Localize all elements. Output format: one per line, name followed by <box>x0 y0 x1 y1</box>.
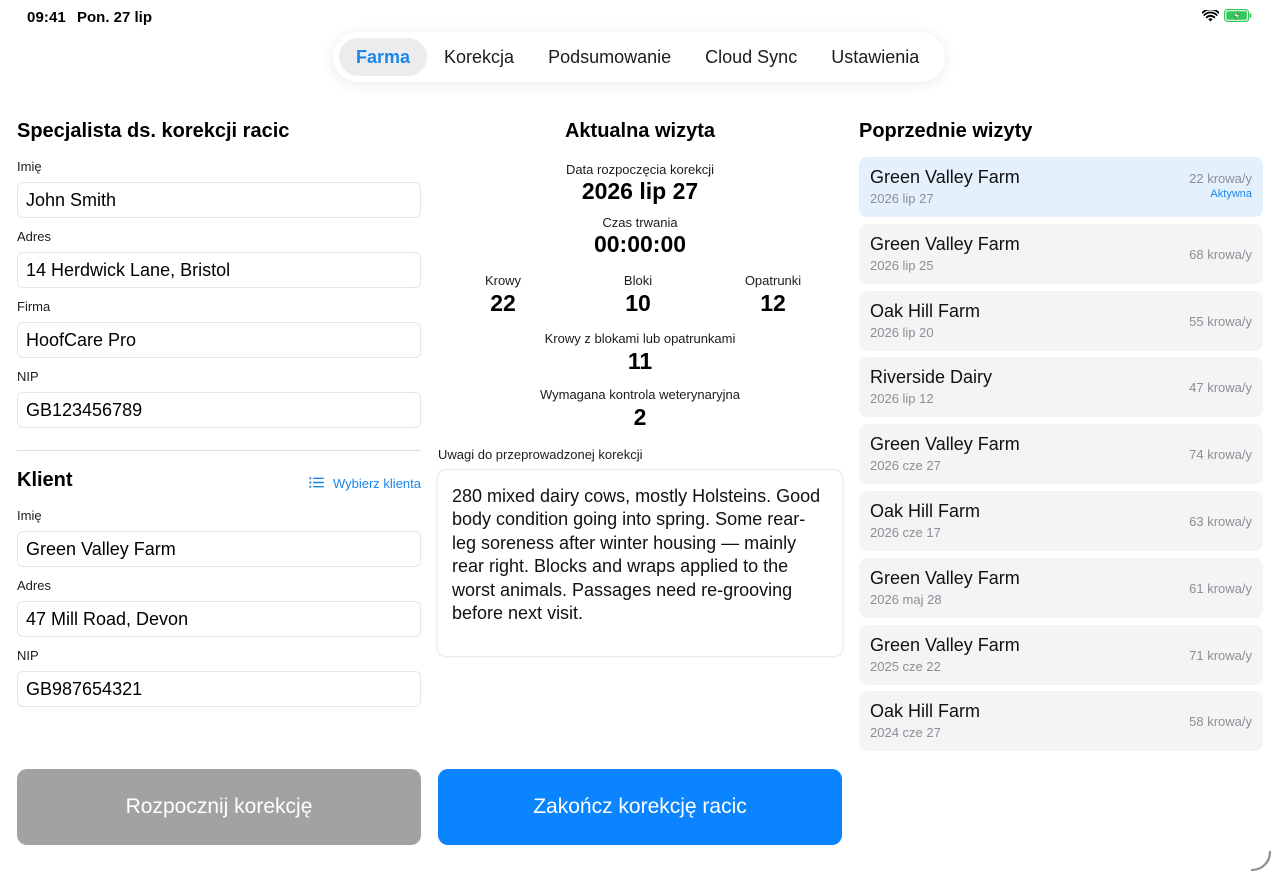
list-icon <box>309 476 324 491</box>
tab-podsumowanie[interactable]: Podsumowanie <box>531 38 688 76</box>
visit-date: 2026 maj 28 <box>870 591 942 607</box>
start-trimming-button[interactable]: Rozpocznij korekcję <box>17 769 421 845</box>
right-column: Poprzednie wizyty Green Valley Farm 2026… <box>859 115 1263 758</box>
resize-handle-icon[interactable] <box>1250 850 1272 877</box>
treated-label: Krowy z blokami lub opatrunkami <box>544 331 736 346</box>
visit-name: Green Valley Farm <box>870 167 1020 187</box>
client-header: Klient Wybierz klienta <box>17 469 421 497</box>
status-time: 09:41 <box>27 9 66 26</box>
trimmer-vat-field[interactable]: GB123456789 <box>17 392 421 428</box>
duration-value: 00:00:00 <box>593 231 687 257</box>
finish-trimming-button[interactable]: Zakończ korekcję racic <box>438 769 842 845</box>
visit-count: 47 krowa/y <box>1189 380 1252 396</box>
visit-status-badge: Aktywna <box>1210 188 1252 200</box>
visit-date: 2025 cze 22 <box>870 658 941 674</box>
start-date-value: 2026 lip 27 <box>581 178 699 204</box>
start-date-label: Data rozpoczęcia korekcji <box>565 162 715 177</box>
previous-visits-list: Green Valley Farm 2026 lip 27 22 krowa/y… <box>859 157 1263 752</box>
trimmer-name-label: Imię <box>17 159 42 174</box>
visit-count: 68 krowa/y <box>1189 246 1252 262</box>
stats-row: Krowy 22 Bloki 10 Opatrunki 12 <box>438 273 842 317</box>
visit-row[interactable]: Green Valley Farm 2026 maj 28 61 krowa/y <box>859 557 1263 618</box>
visit-row[interactable]: Green Valley Farm 2026 cze 27 74 krowa/y <box>859 424 1263 485</box>
visit-name: Oak Hill Farm <box>870 300 981 321</box>
trimmer-name-field[interactable]: John Smith <box>17 182 421 218</box>
status-bar: 09:41 Pon. 27 lip <box>0 0 1280 34</box>
visit-count: 61 krowa/y <box>1189 580 1252 596</box>
visit-count: 55 krowa/y <box>1189 313 1252 329</box>
wraps-label: Opatrunki <box>744 273 802 288</box>
notes-textarea[interactable]: 280 mixed dairy cows, mostly Holsteins. … <box>438 470 842 656</box>
notes-label: Uwagi do przeprowadzonej korekcji <box>438 447 643 462</box>
treated-value: 11 <box>627 348 653 374</box>
tab-ustawienia[interactable]: Ustawienia <box>814 38 936 76</box>
stat-blocks: Bloki 10 <box>573 273 703 317</box>
visit-count: 71 krowa/y <box>1189 647 1252 663</box>
wifi-icon <box>1201 8 1220 27</box>
vet-check-label: Wymagana kontrola weterynaryjna <box>539 387 741 402</box>
section-divider <box>17 450 421 451</box>
top-tab-bar: Farma Korekcja Podsumowanie Cloud Sync U… <box>333 32 945 82</box>
visit-date: 2026 lip 12 <box>870 391 934 407</box>
client-vat-field[interactable]: GB987654321 <box>17 671 421 707</box>
battery-charging-icon <box>1224 9 1252 27</box>
duration-label: Czas trwania <box>602 215 678 230</box>
visit-date: 2026 lip 25 <box>870 257 934 273</box>
visit-count: 58 krowa/y <box>1189 714 1252 730</box>
trimmer-address-field[interactable]: 14 Herdwick Lane, Bristol <box>17 252 421 288</box>
visit-count: 74 krowa/y <box>1189 447 1252 463</box>
trimmer-vat-label: NIP <box>17 369 39 384</box>
visit-name: Oak Hill Farm <box>870 500 981 521</box>
client-vat-label: NIP <box>17 648 39 663</box>
left-column: Specjalista ds. korekcji racic Imię John… <box>17 115 421 707</box>
previous-visits-title: Poprzednie wizyty <box>859 120 1033 142</box>
client-section-title: Klient <box>17 469 73 491</box>
visit-name: Riverside Dairy <box>870 367 993 388</box>
visit-row[interactable]: Green Valley Farm 2025 cze 22 71 krowa/y <box>859 624 1263 685</box>
visit-date: 2024 cze 27 <box>870 725 941 741</box>
blocks-label: Bloki <box>623 273 653 288</box>
visit-row[interactable]: Oak Hill Farm 2026 cze 17 63 krowa/y <box>859 490 1263 551</box>
trimmer-company-label: Firma <box>17 299 51 314</box>
wraps-value: 12 <box>760 290 786 316</box>
visit-name: Green Valley Farm <box>870 634 1020 655</box>
stat-wraps: Opatrunki 12 <box>708 273 838 317</box>
visit-name: Green Valley Farm <box>870 434 1020 455</box>
vet-check-value: 2 <box>633 404 647 430</box>
visit-row[interactable]: Oak Hill Farm 2026 lip 20 55 krowa/y <box>859 290 1263 351</box>
pick-client-button[interactable]: Wybierz klienta <box>309 476 421 491</box>
client-name-field[interactable]: Green Valley Farm <box>17 531 421 567</box>
middle-column: Aktualna wizyta Data rozpoczęcia korekcj… <box>438 115 842 656</box>
cows-value: 22 <box>490 290 516 316</box>
visit-name: Green Valley Farm <box>870 233 1020 254</box>
stat-cows: Krowy 22 <box>438 273 568 317</box>
client-name-label: Imię <box>17 508 42 523</box>
tab-cloud-sync[interactable]: Cloud Sync <box>688 38 814 76</box>
trimmer-company-field[interactable]: HoofCare Pro <box>17 322 421 358</box>
pick-client-label: Wybierz klienta <box>332 475 421 491</box>
visit-name: Green Valley Farm <box>870 567 1020 588</box>
visit-date: 2026 lip 20 <box>870 324 934 340</box>
status-date: Pon. 27 lip <box>77 9 153 26</box>
trimmer-address-label: Adres <box>17 229 51 244</box>
visit-row[interactable]: Green Valley Farm 2026 lip 25 68 krowa/y <box>859 223 1263 284</box>
visit-date: 2026 cze 17 <box>870 524 941 540</box>
visit-date: 2026 lip 27 <box>870 191 934 206</box>
tab-farma[interactable]: Farma <box>339 38 428 76</box>
blocks-value: 10 <box>625 290 651 316</box>
current-visit-title: Aktualna wizyta <box>564 120 716 142</box>
trimmer-section-title: Specjalista ds. korekcji racic <box>17 120 290 142</box>
visit-date: 2026 cze 27 <box>870 458 941 474</box>
client-address-field[interactable]: 47 Mill Road, Devon <box>17 601 421 637</box>
visit-count: 63 krowa/y <box>1189 513 1252 529</box>
status-icons <box>1201 8 1252 27</box>
visit-count: 22 krowa/y <box>1189 171 1252 186</box>
visit-row[interactable]: Riverside Dairy 2026 lip 12 47 krowa/y <box>859 357 1263 418</box>
visit-row[interactable]: Green Valley Farm 2026 lip 27 22 krowa/y… <box>859 157 1263 217</box>
client-address-label: Adres <box>17 578 51 593</box>
visit-name: Oak Hill Farm <box>870 701 981 722</box>
cows-label: Krowy <box>484 273 522 288</box>
visit-row[interactable]: Oak Hill Farm 2024 cze 27 58 krowa/y <box>859 691 1263 752</box>
tab-korekcja[interactable]: Korekcja <box>427 38 531 76</box>
